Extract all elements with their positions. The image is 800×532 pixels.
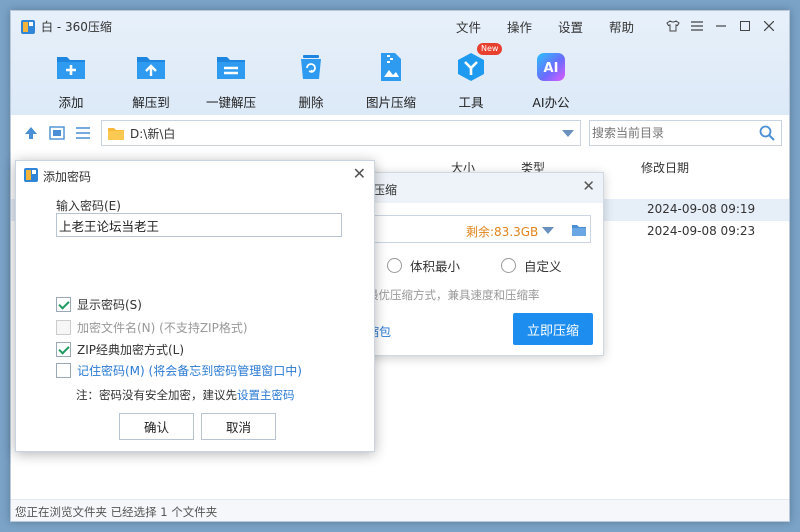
- address-row: D:\新\白: [11, 119, 789, 147]
- ok-button[interactable]: 确认: [119, 413, 194, 440]
- column-modified[interactable]: 修改日期: [641, 159, 689, 176]
- new-badge: New: [477, 43, 503, 55]
- ai-icon-text: AI: [544, 61, 559, 76]
- extract-to-label: 解压到: [132, 95, 170, 110]
- file-modified: 2024-09-08 09:23: [647, 224, 756, 238]
- checkbox-icon: [56, 363, 71, 378]
- password-label: 输入密码(E): [56, 199, 121, 213]
- password-input[interactable]: 上老王论坛当老王: [56, 213, 342, 237]
- add-password-dialog: 添加密码 ✕ 输入密码(E) 上老王论坛当老王 显示密码(S) 加密文件名(N)…: [15, 160, 375, 452]
- note-text: 注：密码没有安全加密，建议先: [76, 388, 237, 402]
- tools-button[interactable]: New 工具: [431, 43, 511, 111]
- menu-bar: 文件 操作 设置 帮助: [443, 17, 647, 36]
- cancel-button[interactable]: 取消: [201, 413, 276, 440]
- address-path: D:\新\白: [130, 126, 176, 141]
- option-custom-label: 自定义: [524, 259, 562, 274]
- zip-classic-checkbox[interactable]: ZIP经典加密方式(L): [56, 341, 184, 358]
- extract-to-icon: [137, 57, 165, 79]
- delete-button[interactable]: 删除: [271, 51, 351, 111]
- folder-icon: [108, 127, 124, 140]
- compress-dialog-header: 压缩 ✕: [365, 173, 603, 203]
- set-master-password-link[interactable]: 设置主密码: [237, 388, 295, 402]
- password-dialog-header: 添加密码 ✕: [16, 161, 374, 189]
- skin-icon[interactable]: [661, 16, 685, 36]
- menu-operate[interactable]: 操作: [494, 17, 545, 36]
- compress-description: 最优压缩方式，兼具速度和压缩率: [367, 288, 540, 302]
- delete-icon: [301, 55, 321, 79]
- radio-icon: [387, 258, 402, 273]
- image-compress-button[interactable]: 图片压缩: [351, 51, 431, 111]
- up-arrow-icon[interactable]: [23, 126, 39, 140]
- app-title-text: 白 - 360压缩: [41, 20, 112, 34]
- ai-office-label: AI办公: [532, 95, 570, 110]
- toolbar: 添加 解压到 一键解压 删除 图片压缩 New 工具 AI AI办公: [31, 43, 591, 111]
- free-space: 剩余:83.3GB: [466, 225, 539, 239]
- encrypt-filenames-label: 加密文件名(N) (不支持ZIP格式): [77, 321, 248, 335]
- close-icon[interactable]: ✕: [582, 177, 595, 195]
- menu-settings[interactable]: 设置: [545, 17, 596, 36]
- show-password-checkbox[interactable]: 显示密码(S): [56, 296, 142, 313]
- extract-to-button[interactable]: 解压到: [111, 51, 191, 111]
- zip-classic-label: ZIP经典加密方式(L): [77, 343, 185, 357]
- chevron-down-icon[interactable]: [542, 227, 554, 234]
- one-click-extract-label: 一键解压: [205, 95, 256, 110]
- search-box: [589, 120, 782, 146]
- password-note: 注：密码没有安全加密，建议先设置主密码: [76, 387, 295, 403]
- option-smallest[interactable]: 体积最小: [387, 256, 460, 275]
- minimize-icon[interactable]: [709, 16, 733, 36]
- delete-label: 删除: [298, 95, 324, 110]
- search-icon[interactable]: [759, 125, 775, 141]
- remember-password-checkbox[interactable]: 记住密码(M) (将会备忘到密码管理窗口中): [56, 362, 302, 379]
- status-bar: 您正在浏览文件夹 已经选择 1 个文件夹: [11, 499, 789, 521]
- address-bar[interactable]: D:\新\白: [101, 120, 581, 146]
- app-logo-icon: [21, 19, 35, 34]
- view-mode-icon[interactable]: [49, 126, 65, 140]
- compress-dialog: 压缩 ✕ 剩余:83.3GB 体积最小 自定义 最优压缩方式，兼具速度和压缩率 …: [364, 172, 604, 356]
- menu-lines-icon[interactable]: [685, 16, 709, 36]
- app-logo-icon: [24, 168, 38, 182]
- one-click-extract-button[interactable]: 一键解压: [191, 51, 271, 111]
- tools-label: 工具: [458, 95, 484, 110]
- close-icon[interactable]: [757, 16, 781, 36]
- one-click-extract-icon: [217, 57, 245, 79]
- chevron-down-icon[interactable]: [562, 130, 574, 137]
- menu-file[interactable]: 文件: [443, 17, 494, 36]
- encrypt-filenames-checkbox: 加密文件名(N) (不支持ZIP格式): [56, 319, 248, 336]
- folder-browse-icon[interactable]: [572, 224, 586, 236]
- checkbox-icon: [56, 320, 71, 335]
- compress-dialog-title: 压缩: [373, 183, 398, 197]
- checkbox-checked-icon: [56, 342, 71, 357]
- compress-path-field[interactable]: 剩余:83.3GB: [367, 215, 591, 243]
- add-file-icon: [57, 57, 85, 79]
- option-smallest-label: 体积最小: [410, 259, 461, 274]
- password-dialog-title: 添加密码: [43, 170, 92, 184]
- image-compress-label: 图片压缩: [365, 95, 416, 110]
- start-compress-button[interactable]: 立即压缩: [513, 313, 593, 345]
- maximize-icon[interactable]: [733, 16, 757, 36]
- option-custom[interactable]: 自定义: [501, 256, 562, 275]
- radio-icon: [501, 258, 516, 273]
- ai-office-icon: AI: [537, 53, 565, 81]
- show-password-label: 显示密码(S): [77, 298, 142, 312]
- file-modified: 2024-09-08 09:19: [647, 202, 756, 216]
- add-button[interactable]: 添加: [31, 51, 111, 111]
- titlebar: 白 - 360压缩 文件 操作 设置 帮助 添加 解压到 一键解压 删除 图片压…: [11, 11, 789, 115]
- status-text: 您正在浏览文件夹 已经选择 1 个文件夹: [15, 505, 218, 519]
- ai-office-button[interactable]: AI AI办公: [511, 51, 591, 111]
- tools-icon: [458, 53, 484, 81]
- menu-help[interactable]: 帮助: [596, 17, 647, 36]
- close-icon[interactable]: ✕: [353, 164, 366, 183]
- remember-password-label: 记住密码(M) (将会备忘到密码管理窗口中): [77, 364, 302, 378]
- image-compress-icon: [381, 53, 401, 81]
- add-label: 添加: [58, 95, 84, 110]
- window-controls: [661, 16, 781, 36]
- list-view-icon[interactable]: [75, 126, 91, 140]
- app-title: 白 - 360压缩: [21, 18, 112, 35]
- search-input[interactable]: [590, 121, 750, 145]
- checkbox-checked-icon: [56, 297, 71, 312]
